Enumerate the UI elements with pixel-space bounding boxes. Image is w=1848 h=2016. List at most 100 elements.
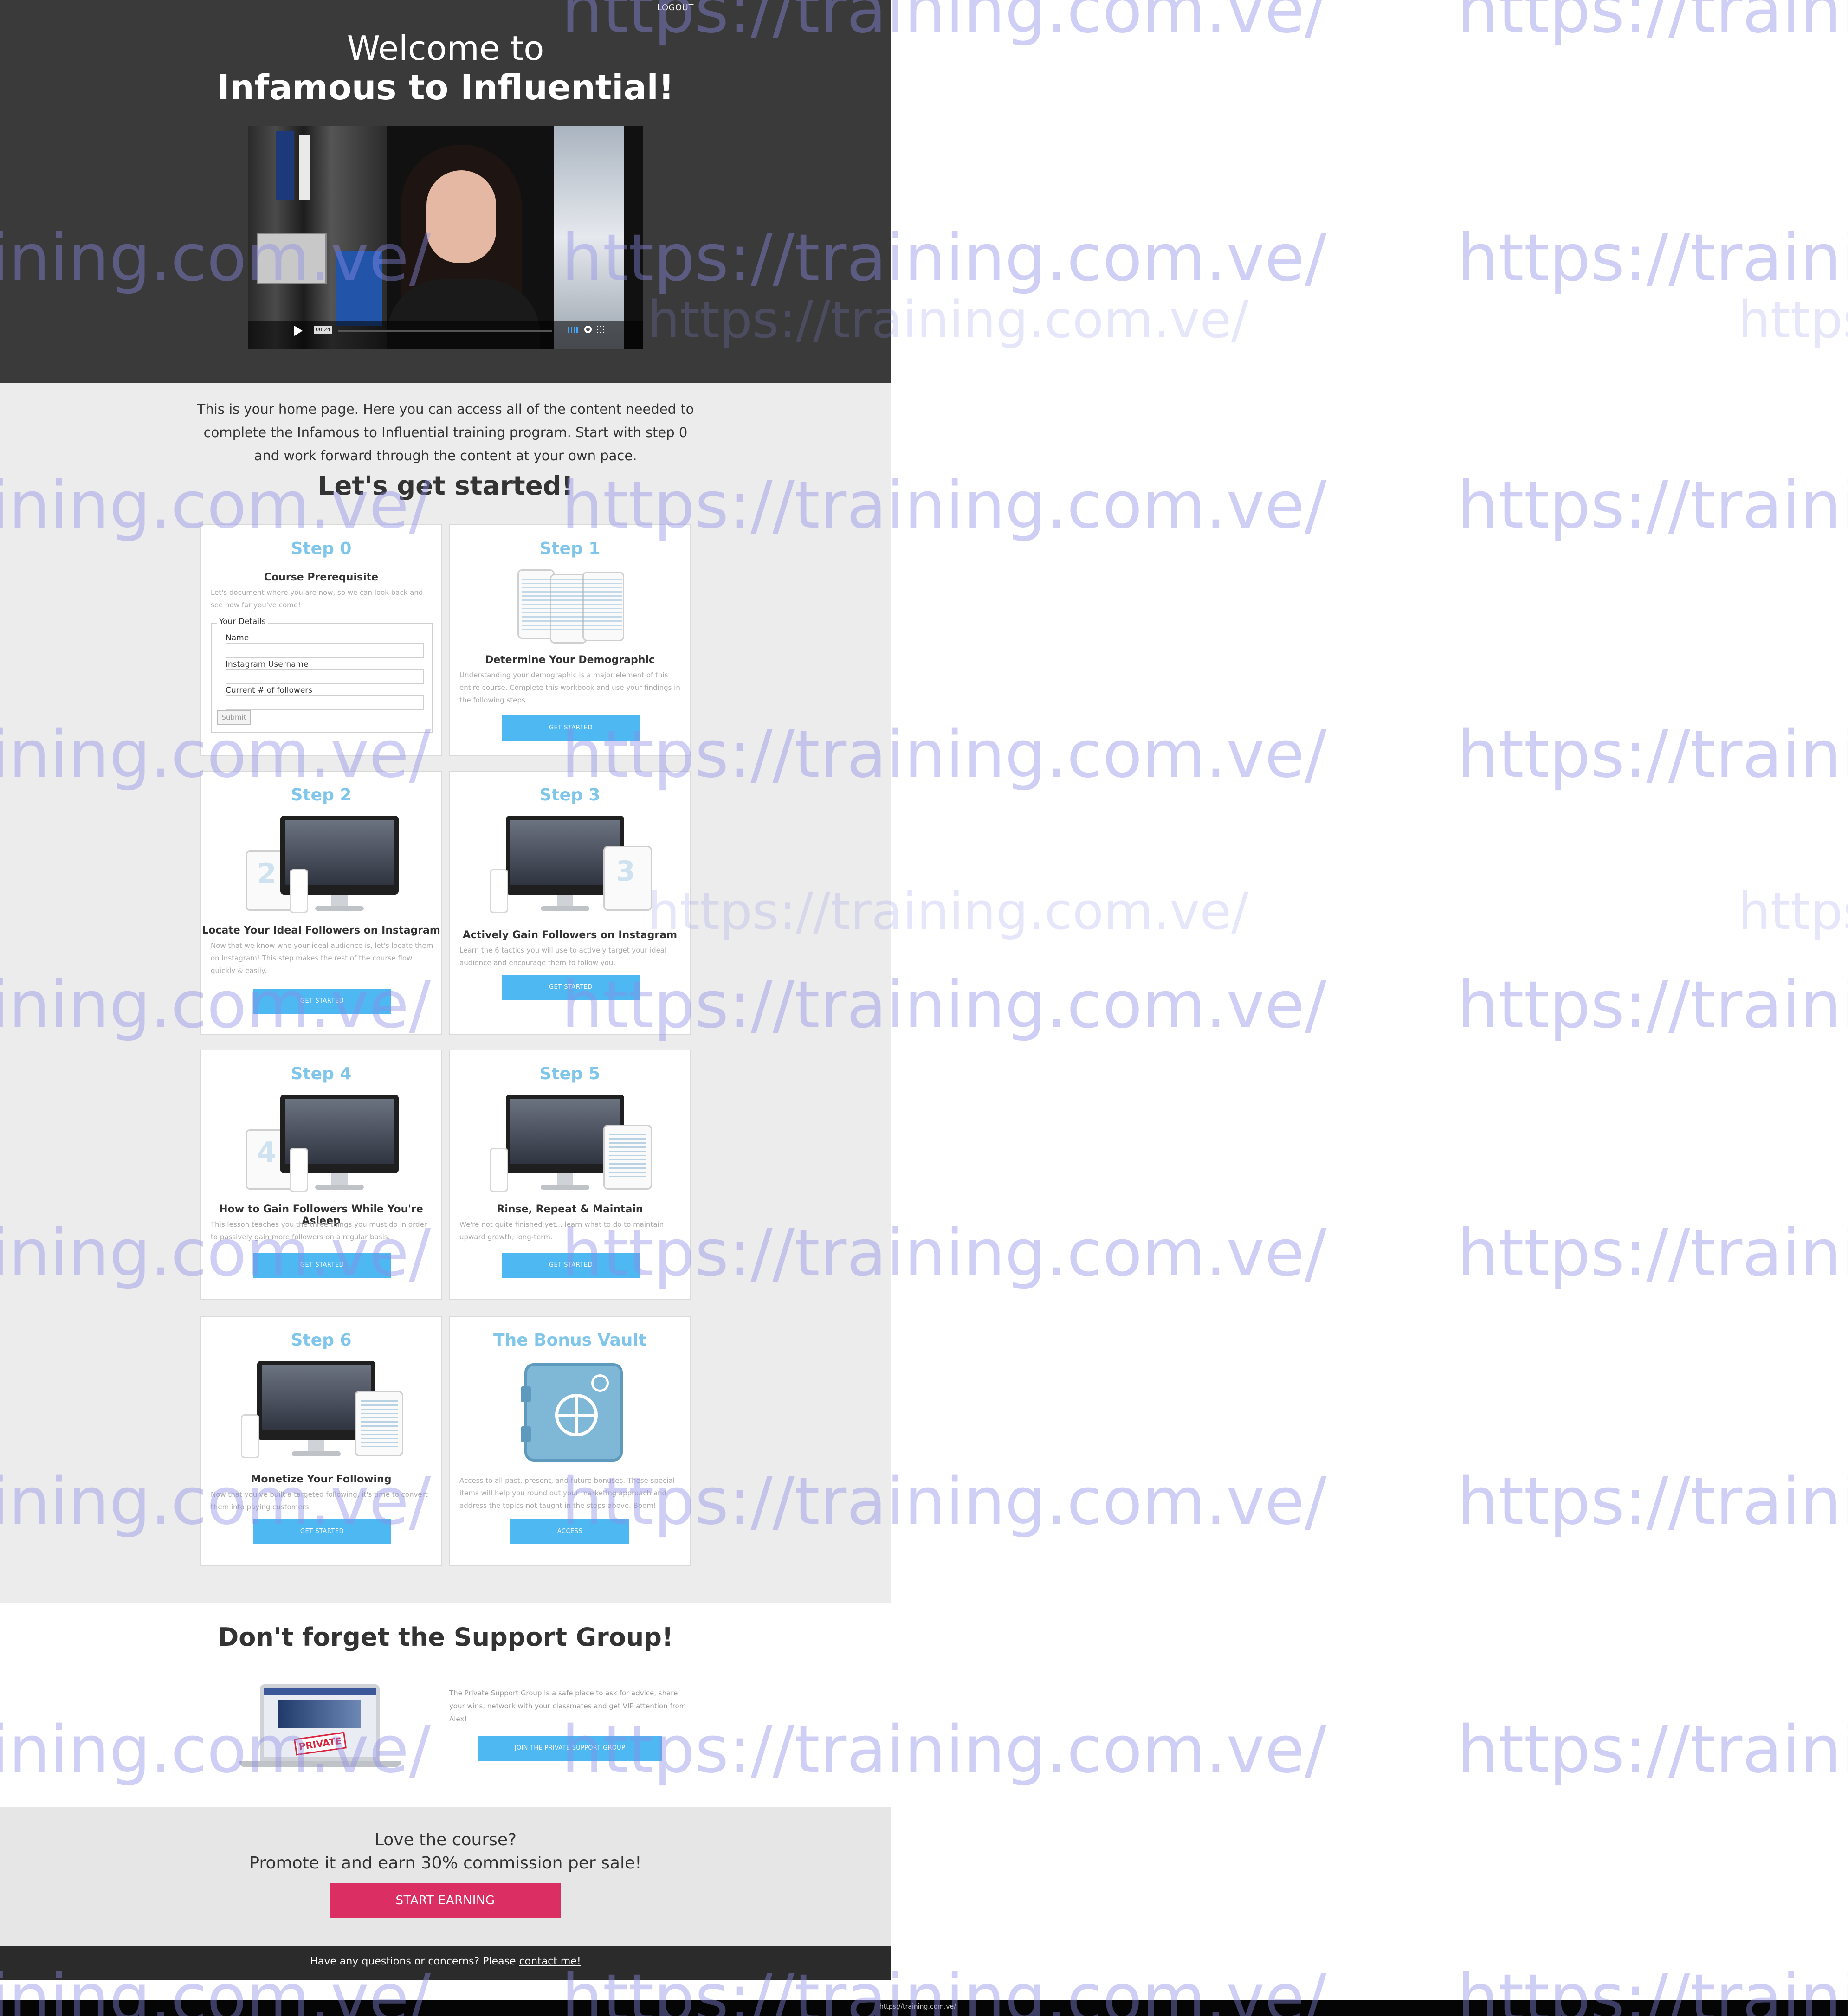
welcome-title-line2: Infamous to Influential!	[217, 68, 674, 108]
watermark: https://training.com.ve/	[1457, 220, 1848, 296]
phone-mockup	[241, 1414, 259, 1458]
affiliate-promo-section: Love the course? Promote it and earn 30%…	[0, 1807, 891, 1946]
page: LOGOUT Welcome to Infamous to Influentia…	[0, 0, 891, 2016]
step-6-description: Now that you've built a targeted followi…	[211, 1490, 428, 1511]
welcome-video-player[interactable]: 00:24	[248, 126, 643, 349]
hero-section: LOGOUT Welcome to Infamous to Influentia…	[0, 0, 891, 383]
contact-me-link[interactable]: contact me!	[519, 1956, 581, 1967]
watermark: https://training.com.ve/	[1457, 1464, 1848, 1539]
step-2-product-image: 2	[246, 816, 403, 918]
step-5-card: Step 5 Rinse, Repeat & Maintain We're no…	[449, 1050, 691, 1300]
step-6-get-started-button[interactable]: GET STARTED	[253, 1519, 391, 1544]
phone-mockup	[490, 1148, 508, 1192]
step-2-label: Step 2	[291, 786, 352, 805]
instagram-username-input[interactable]	[226, 669, 424, 684]
step-4-get-started-button[interactable]: GET STARTED	[253, 1253, 391, 1278]
instagram-username-label: Instagram Username	[226, 660, 309, 669]
start-earning-button[interactable]: START EARNING	[330, 1883, 561, 1918]
monitor-base	[315, 906, 364, 911]
document-lines	[609, 1134, 646, 1180]
support-group-section: Don't forget the Support Group! PRIVATE …	[0, 1603, 891, 1807]
step-3-title: Actively Gain Followers on Instagram	[462, 929, 678, 941]
step-3-get-started-button[interactable]: GET STARTED	[502, 975, 640, 1000]
video-progress-bar[interactable]	[338, 330, 552, 332]
step-4-number-graphic: 4	[257, 1136, 277, 1169]
submit-button[interactable]: Submit	[217, 710, 251, 725]
intro-text: This is your home page. Here you can acc…	[197, 401, 694, 464]
watermark: https://training.com.ve/	[1457, 1216, 1848, 1291]
step-5-get-started-button[interactable]: GET STARTED	[502, 1253, 640, 1278]
step-5-title: Rinse, Repeat & Maintain	[497, 1204, 643, 1215]
followers-input[interactable]	[226, 695, 424, 710]
step-0-label: Step 0	[291, 539, 352, 558]
step-0-description: Let's document where you are now, so we …	[211, 588, 423, 609]
footer-question: Have any questions or concerns? Please	[310, 1956, 519, 1967]
monitor-stand	[308, 1440, 324, 1451]
join-support-group-button[interactable]: JOIN THE PRIVATE SUPPORT GROUP	[478, 1736, 662, 1761]
step-5-label: Step 5	[539, 1064, 601, 1083]
step-4-label: Step 4	[291, 1064, 352, 1083]
followers-label: Current # of followers	[226, 686, 313, 695]
video-time-badge: 00:24	[314, 326, 332, 334]
name-label: Name	[226, 633, 249, 643]
course-content-section: This is your home page. Here you can acc…	[0, 383, 891, 1603]
phone-mockup	[290, 1148, 308, 1192]
monitor-base	[292, 1451, 341, 1456]
phone-mockup	[490, 869, 508, 913]
step-1-label: Step 1	[539, 539, 601, 558]
promo-line-1: Love the course?	[374, 1830, 517, 1849]
watermark: https://training.com.ve/	[1738, 882, 1848, 941]
step-6-card: Step 6 Monetize Your Following Now that …	[200, 1316, 442, 1566]
vault-handle	[555, 1394, 598, 1436]
bottom-url-bar: https://training.com.ve/	[0, 2000, 1848, 2016]
footer-text: Have any questions or concerns? Please c…	[0, 1956, 891, 1967]
play-icon[interactable]	[294, 326, 303, 336]
monitor-stand	[557, 895, 573, 906]
step-2-get-started-button[interactable]: GET STARTED	[253, 989, 391, 1014]
step-3-description: Learn the 6 tactics you will use to acti…	[459, 946, 667, 967]
logout-link[interactable]: LOGOUT	[657, 3, 694, 13]
step-6-label: Step 6	[291, 1331, 352, 1350]
step-5-description: We're not quite finished yet... learn wh…	[459, 1220, 664, 1241]
step-2-number-graphic: 2	[257, 857, 277, 890]
volume-icon[interactable]	[568, 327, 578, 333]
bottom-url-text: https://training.com.ve/	[879, 2003, 956, 2010]
bonus-vault-label: The Bonus Vault	[493, 1331, 646, 1350]
promo-line-2: Promote it and earn 30% commission per s…	[249, 1854, 642, 1873]
fullscreen-icon[interactable]	[597, 326, 604, 333]
monitor-base	[541, 906, 589, 911]
vault-hinge	[521, 1426, 531, 1442]
bonus-vault-card: The Bonus Vault Access to all past, pres…	[449, 1316, 691, 1566]
monitor-stand	[331, 895, 348, 906]
form-legend: Your Details	[217, 617, 268, 626]
bonus-vault-description: Access to all past, present, and future …	[459, 1476, 675, 1510]
monitor-stand	[331, 1173, 348, 1185]
step-4-description: This lesson teaches you the three things…	[211, 1220, 427, 1241]
step-0-card: Step 0 Course Prerequisite Let's documen…	[200, 524, 442, 756]
laptop-base	[239, 1761, 401, 1767]
facebook-bar	[264, 1688, 376, 1695]
step-2-card: Step 2 2 Locate Your Ideal Followers on …	[200, 771, 442, 1035]
name-input[interactable]	[226, 643, 424, 658]
video-frame-detail	[276, 131, 294, 200]
laptop-mockup: PRIVATE	[239, 1684, 401, 1772]
step-6-product-image	[241, 1361, 408, 1468]
watermark: https://training.com.ve/	[1457, 0, 1848, 48]
phone-mockup	[290, 869, 308, 913]
step-3-product-image: 3	[490, 816, 657, 922]
settings-icon[interactable]	[584, 326, 592, 333]
workbook-image	[517, 569, 629, 644]
step-3-card: Step 3 3 Actively Gain Followers on Inst…	[449, 771, 691, 1035]
watermark: https://training.com.ve/	[1738, 290, 1848, 349]
step-3-number-graphic: 3	[616, 855, 635, 888]
step-2-description: Now that we know who your ideal audience…	[211, 941, 433, 975]
video-controls-bar	[248, 321, 643, 349]
watermark: https://training.com.ve/	[1457, 717, 1848, 792]
bonus-vault-access-button[interactable]: ACCESS	[510, 1519, 629, 1544]
step-1-card: Step 1 Determine Your Demographic Unders…	[449, 524, 691, 756]
lets-get-started-heading: Let's get started!	[317, 471, 574, 501]
video-frame-detail	[257, 233, 327, 284]
step-4-product-image: 4	[246, 1095, 403, 1197]
step-1-get-started-button[interactable]: GET STARTED	[502, 715, 640, 741]
document-lines	[361, 1400, 398, 1447]
